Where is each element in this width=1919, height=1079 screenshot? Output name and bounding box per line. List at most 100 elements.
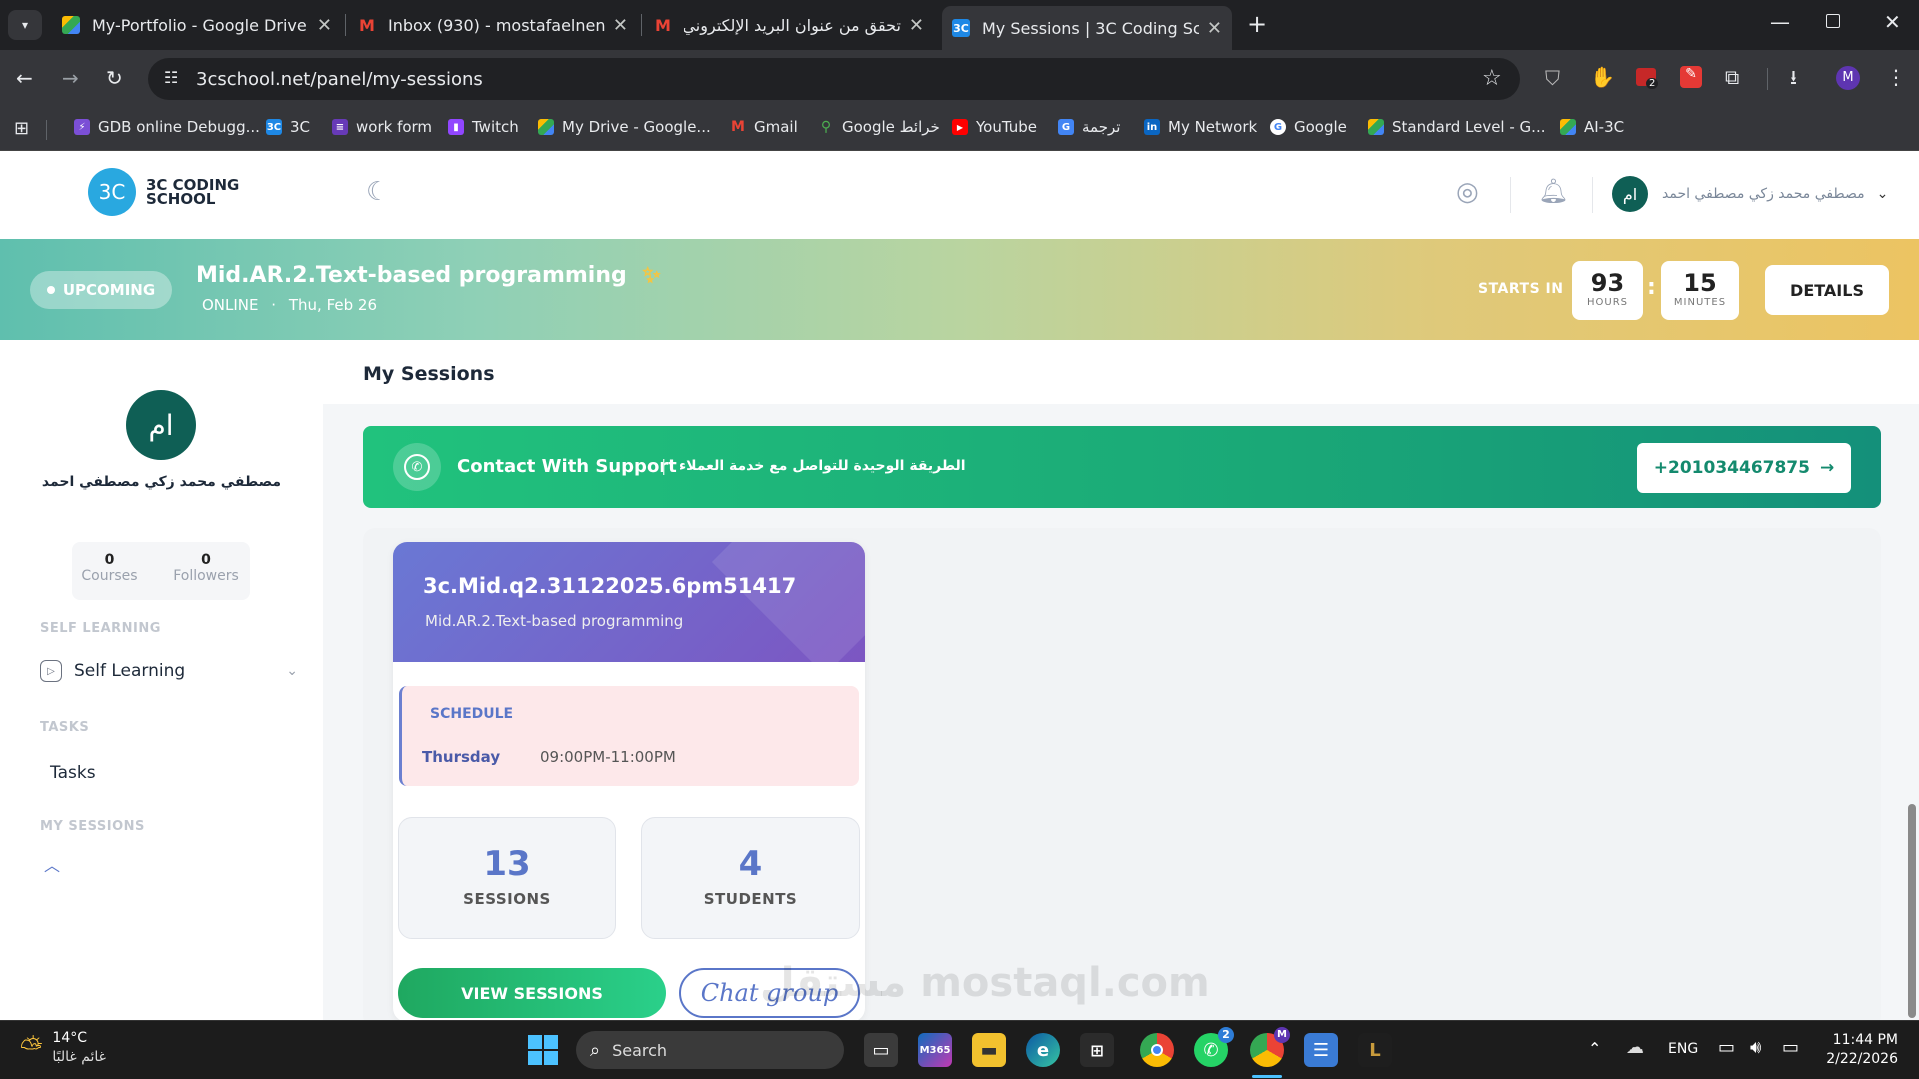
upcoming-session-banner: UPCOMING Mid.AR.2.Text-based programming…	[0, 239, 1919, 340]
tab-google-drive[interactable]: My-Portfolio - Google Drive ✕	[52, 8, 342, 42]
tab-gmail-inbox[interactable]: M Inbox (930) - mostafaelneny97@ ✕	[348, 8, 638, 42]
edge-app-icon[interactable]: e	[1026, 1033, 1060, 1067]
pen-extension-icon[interactable]: ✎	[1680, 66, 1702, 88]
weather-desc: غائم غالبًا	[52, 1049, 106, 1065]
m365-app-icon[interactable]: M365	[918, 1033, 952, 1067]
battery-icon[interactable]: ▭	[1782, 1037, 1799, 1058]
view-sessions-button[interactable]: VIEW SESSIONS	[398, 968, 666, 1018]
banner-title: Mid.AR.2.Text-based programming ✨︎	[196, 263, 661, 288]
clock[interactable]: 11:44 PM 2/22/2026	[1820, 1031, 1898, 1069]
site-info-icon[interactable]: ☷	[164, 68, 178, 87]
sidebar-avatar[interactable]: ام	[126, 390, 196, 460]
chrome-app-icon[interactable]	[1140, 1033, 1174, 1067]
minimize-button[interactable]: —	[1770, 10, 1790, 34]
network-alert-icon[interactable]: ☁︎	[1626, 1037, 1644, 1058]
tab-title: My-Portfolio - Google Drive	[92, 15, 307, 35]
page-scrollbar[interactable]	[1908, 804, 1916, 1018]
bookmark-ai-3c[interactable]: AI-3C	[1560, 118, 1624, 136]
tab-title: My Sessions | 3C Coding School	[982, 18, 1199, 38]
star-icon[interactable]: ☆	[1482, 66, 1502, 91]
taskbar-search[interactable]: ⌕ Search	[576, 1031, 844, 1069]
store-app-icon[interactable]: ⊞	[1080, 1033, 1114, 1067]
dark-mode-moon-icon[interactable]: ☾	[366, 177, 389, 207]
menu-kebab-icon[interactable]: ⋮	[1886, 67, 1906, 87]
file-manager-app-icon[interactable]: ▭	[864, 1033, 898, 1067]
globe-icon[interactable]: ◎	[1456, 177, 1479, 207]
profile-avatar[interactable]: M	[1836, 66, 1860, 90]
folder-app-icon[interactable]: ▬	[972, 1033, 1006, 1067]
bookmark-twitch[interactable]: ▮ Twitch	[448, 118, 519, 136]
support-subtitle: الطريقة الوحيدة للتواصل مع خدمة العملاء	[679, 458, 966, 474]
sidebar-item-self-learning[interactable]: ▷ Self Learning ⌄	[40, 660, 298, 682]
notepad-app-icon[interactable]: ☰	[1304, 1033, 1338, 1067]
sidebar-item-tasks[interactable]: Tasks	[50, 763, 96, 783]
bookmark-my-network[interactable]: in My Network	[1144, 118, 1257, 136]
students-count-stat: 4 STUDENTS	[641, 817, 860, 939]
arrow-right-icon: →	[1819, 458, 1835, 478]
display-icon[interactable]: ▭	[1718, 1037, 1735, 1058]
url-text[interactable]: 3cschool.net/panel/my-sessions	[196, 69, 483, 90]
restore-button[interactable]	[1826, 14, 1840, 28]
windows-taskbar: ⛅︎ 14°C غائم غالبًا ⌕ Search ▭ M365 ▬ e …	[0, 1020, 1919, 1079]
sidebar: ام مصطفي محمد زكي مصطفي احمد 0 Courses 0…	[0, 340, 323, 1020]
bookmark-gmail[interactable]: M Gmail	[730, 118, 798, 136]
bookmark-google[interactable]: G Google	[1270, 118, 1347, 136]
window-close-button[interactable]: ✕	[1884, 10, 1901, 34]
user-menu[interactable]: ام مصطفي محمد زكي مصطفي احمد ⌄	[1612, 176, 1888, 212]
site-logo[interactable]: 3C 3C CODING SCHOOL	[88, 168, 239, 216]
back-arrow-icon[interactable]: ←	[16, 68, 33, 88]
hand-extension-icon[interactable]: ✋	[1590, 67, 1615, 87]
twitch-icon: ▮	[448, 119, 464, 135]
chevron-up-icon[interactable]: ︿	[44, 852, 60, 876]
clock-time: 11:44 PM	[1832, 1032, 1898, 1048]
support-phone-button[interactable]: +201034467875 →	[1637, 443, 1851, 493]
details-button[interactable]: DETAILS	[1765, 265, 1889, 315]
tab-my-sessions[interactable]: 3C My Sessions | 3C Coding School ✕	[942, 6, 1232, 50]
volume-icon[interactable]: 🔊︎	[1750, 1037, 1761, 1058]
bookmark-translate[interactable]: G ترجمة	[1058, 118, 1120, 136]
browser-toolbar: ← → ↻ ☷ 3cschool.net/panel/my-sessions ☆…	[0, 50, 1919, 108]
bookmark-3c[interactable]: 3C 3C	[266, 118, 310, 136]
extension-with-badge-icon[interactable]: 2	[1636, 68, 1659, 89]
bell-icon[interactable]: 🔔︎	[1538, 177, 1568, 205]
schedule-time: 09:00PM-11:00PM	[540, 748, 676, 766]
new-tab-button[interactable]: +	[1247, 10, 1267, 38]
bookmark-youtube[interactable]: ▶ YouTube	[952, 118, 1037, 136]
clock-date: 2/22/2026	[1826, 1051, 1898, 1067]
weather-temp: 14°C	[52, 1030, 87, 1046]
puzzle-extensions-icon[interactable]: ⧉	[1725, 67, 1739, 87]
extension-badge: 2	[1646, 78, 1659, 89]
bookmark-maps[interactable]: ⚲ Google خرائط	[818, 118, 940, 136]
forward-arrow-icon[interactable]: →	[62, 68, 79, 88]
tab-search-button[interactable]: ▾	[8, 10, 42, 40]
reload-icon[interactable]: ↻	[106, 68, 123, 88]
whatsapp-app-icon[interactable]: ✆ 2	[1194, 1027, 1234, 1067]
section-tasks: TASKS	[40, 720, 90, 735]
tab-email-verify[interactable]: M تحقق من عنوان البريد الإلكتروني ✕	[644, 8, 934, 42]
address-bar[interactable]: ☷ 3cschool.net/panel/my-sessions ☆	[148, 58, 1520, 100]
download-icon[interactable]: ⭳	[1790, 67, 1797, 87]
close-icon[interactable]: ✕	[613, 15, 628, 36]
chrome-profile-app-icon[interactable]: M	[1250, 1027, 1290, 1067]
apps-grid-icon[interactable]: ⊞	[14, 118, 29, 139]
chevron-up-icon[interactable]: ⌃	[1588, 1039, 1601, 1058]
page-title-bar: My Sessions	[323, 340, 1919, 404]
game-app-icon[interactable]: L	[1358, 1033, 1392, 1067]
close-icon[interactable]: ✕	[909, 15, 924, 36]
bookmark-gdb[interactable]: ⚡ GDB online Debugg...	[74, 118, 260, 136]
gmail-icon: M	[655, 15, 671, 35]
weather-widget[interactable]: ⛅︎ 14°C غائم غالبًا	[20, 1029, 106, 1067]
close-icon[interactable]: ✕	[1207, 18, 1222, 39]
bookmark-my-drive[interactable]: My Drive - Google...	[538, 118, 711, 136]
language-indicator[interactable]: ENG	[1668, 1041, 1698, 1057]
chrome-profile-badge: M	[1274, 1027, 1290, 1043]
user-stats: 0 Courses 0 Followers	[72, 542, 250, 600]
close-icon[interactable]: ✕	[317, 15, 332, 36]
bookmark-standard-level[interactable]: Standard Level - G...	[1368, 118, 1545, 136]
bookmarks-bar: ⊞ ⚡ GDB online Debugg... 3C 3C ≡ work form …	[0, 108, 1919, 151]
shield-extension-icon[interactable]: ⛉	[1545, 68, 1560, 88]
windows-start-icon[interactable]	[528, 1035, 558, 1065]
tab-title: تحقق من عنوان البريد الإلكتروني	[684, 15, 901, 35]
bookmark-work-form[interactable]: ≡ work form	[332, 118, 432, 136]
section-my-sessions: MY SESSIONS	[40, 819, 145, 834]
